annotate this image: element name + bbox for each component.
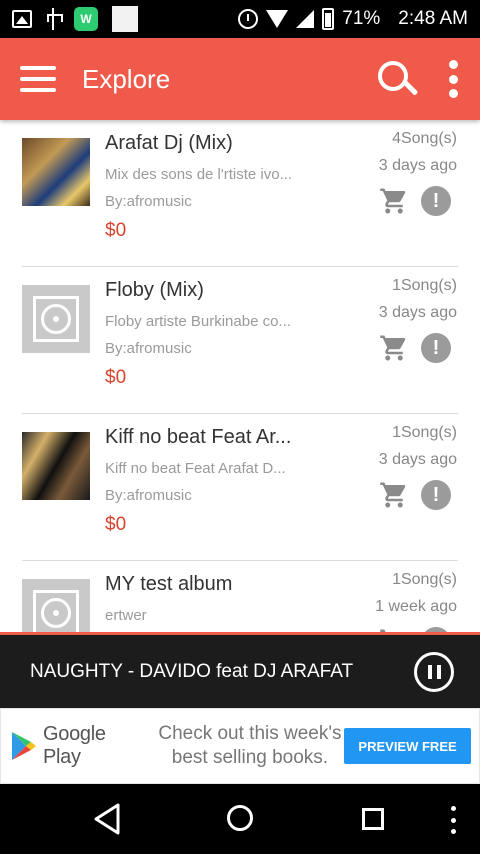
album-title: Floby (Mix): [105, 279, 204, 301]
info-icon[interactable]: !: [421, 480, 451, 510]
google-play-label: Google Play: [43, 723, 106, 768]
song-count: 1Song(s): [392, 571, 457, 588]
album-author: By:afromusic: [105, 340, 192, 357]
alarm-icon: [238, 9, 259, 29]
clock: 2:48 AM: [398, 8, 468, 29]
album-item[interactable]: Arafat Dj (Mix) Mix des sons de l'rtiste…: [0, 120, 480, 267]
blank-square-icon: [112, 6, 138, 32]
album-date: 3 days ago: [378, 304, 457, 321]
ad-line-2: best selling books.: [171, 747, 329, 768]
ad-copy: Check out this week's best selling books…: [156, 722, 344, 770]
cart-icon[interactable]: [378, 186, 410, 216]
preview-free-button[interactable]: PREVIEW FREE: [344, 728, 471, 764]
album-description: Floby artiste Burkinabe co...: [105, 313, 291, 330]
now-playing-title: NAUGHTY - DAVIDO feat DJ ARAFAT: [30, 660, 354, 682]
home-icon[interactable]: [227, 805, 253, 831]
info-icon[interactable]: !: [421, 333, 451, 363]
back-icon[interactable]: [92, 802, 122, 836]
more-options-icon[interactable]: [448, 60, 458, 98]
battery-percent: 71%: [342, 8, 381, 29]
cart-icon[interactable]: [378, 333, 410, 363]
album-description: Kiff no beat Feat Arafat D...: [105, 460, 286, 477]
album-date: 3 days ago: [378, 451, 457, 468]
info-icon[interactable]: !: [421, 186, 451, 216]
album-title: Kiff no beat Feat Ar...: [105, 426, 292, 448]
album-date: 1 week ago: [375, 598, 457, 615]
album-placeholder-icon: [22, 579, 90, 632]
menu-icon[interactable]: [20, 66, 56, 92]
ad-line-1: Check out this week's: [158, 723, 342, 744]
album-item[interactable]: Floby (Mix) Floby artiste Burkinabe co..…: [0, 267, 480, 414]
album-item[interactable]: MY test album ertwer 1Song(s) 1 week ago…: [0, 561, 480, 632]
album-list: Arafat Dj (Mix) Mix des sons de l'rtiste…: [0, 120, 480, 632]
album-author: By:afromusic: [105, 487, 192, 504]
album-cover: [22, 432, 90, 500]
song-count: 1Song(s): [392, 424, 457, 441]
recent-apps-icon[interactable]: [362, 808, 384, 830]
album-title: Arafat Dj (Mix): [105, 132, 233, 154]
album-cover: [22, 138, 90, 206]
ad-banner[interactable]: Google Play Check out this week's best s…: [0, 708, 480, 784]
app-notification-icon: W: [74, 7, 98, 31]
now-playing-bar[interactable]: NAUGHTY - DAVIDO feat DJ ARAFAT: [0, 632, 480, 708]
cart-icon[interactable]: [378, 480, 410, 510]
search-icon[interactable]: [374, 57, 418, 101]
battery-icon: [322, 8, 335, 30]
album-placeholder-icon: [22, 285, 90, 353]
app-bar: Explore: [0, 38, 480, 120]
album-item[interactable]: Kiff no beat Feat Ar... Kiff no beat Fea…: [0, 414, 480, 561]
album-description: ertwer: [105, 607, 147, 624]
album-price: $0: [105, 220, 127, 241]
navigation-bar: [0, 784, 480, 854]
overflow-menu-icon[interactable]: [449, 806, 457, 834]
pause-button[interactable]: [414, 651, 454, 692]
album-author: By:afromusic: [105, 193, 192, 210]
google-play-icon: [11, 731, 37, 761]
signal-icon: [296, 10, 315, 28]
album-price: $0: [105, 367, 127, 388]
usb-icon: [46, 8, 63, 30]
song-count: 1Song(s): [392, 277, 457, 294]
album-price: $0: [105, 514, 127, 535]
image-icon: [12, 10, 32, 28]
page-title: Explore: [82, 63, 171, 94]
wifi-icon: [266, 10, 289, 28]
status-bar: W 71% 2:48 AM: [0, 0, 480, 38]
album-title: MY test album: [105, 573, 233, 595]
song-count: 4Song(s): [392, 130, 457, 147]
album-date: 3 days ago: [378, 157, 457, 174]
album-description: Mix des sons de l'rtiste ivo...: [105, 166, 293, 183]
